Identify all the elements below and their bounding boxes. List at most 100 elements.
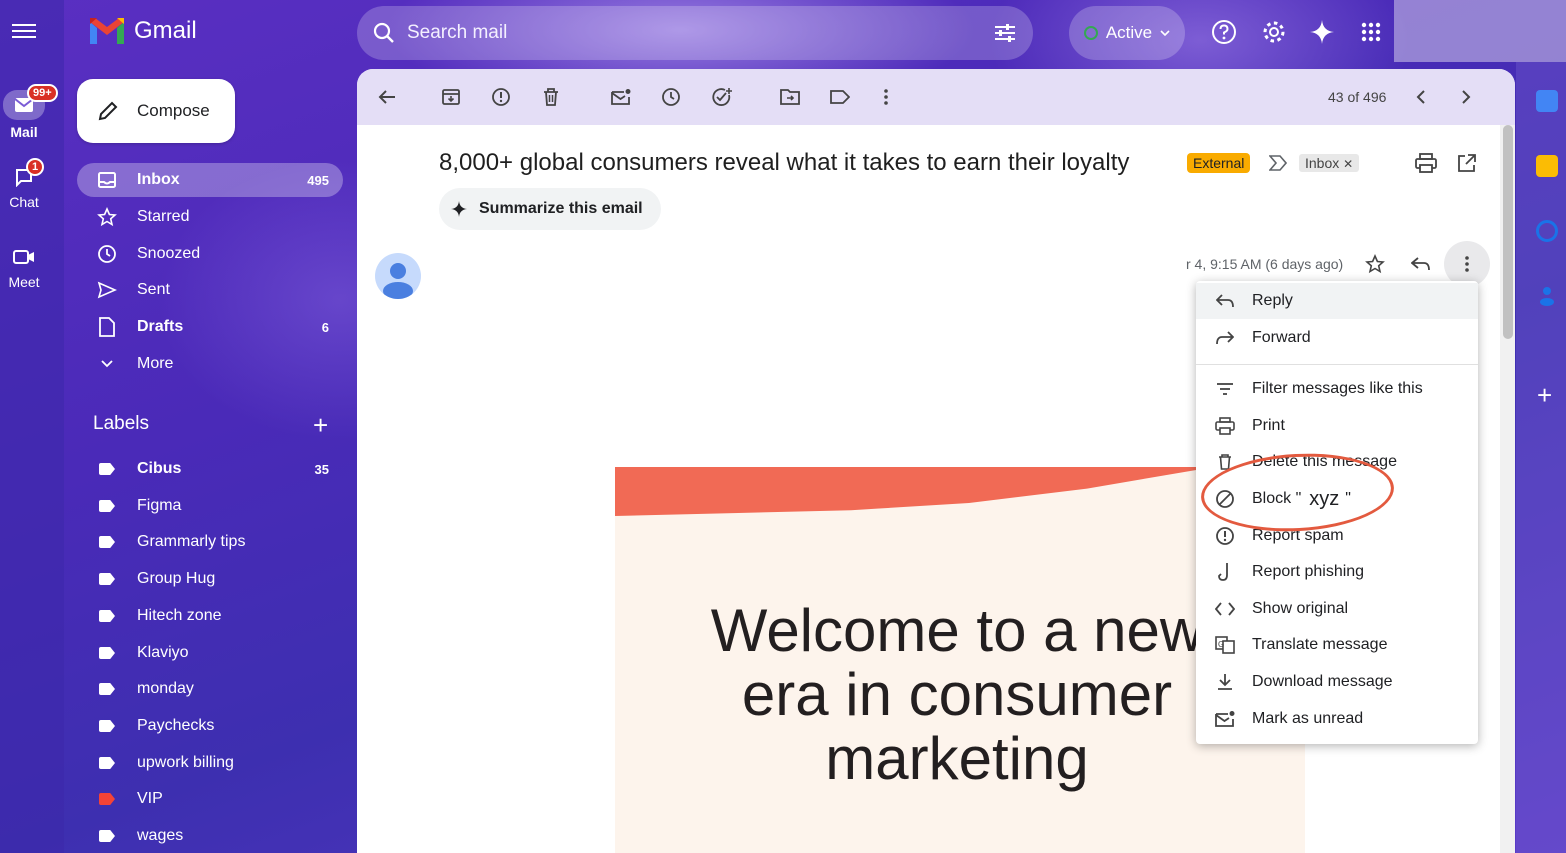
label-item[interactable]: Group Hug [77,562,343,596]
importance-marker-icon[interactable] [1268,155,1288,176]
menu-label: Mark as unread [1252,710,1364,727]
nav-item-inbox[interactable]: Inbox 495 [77,163,343,197]
summarize-button[interactable]: Summarize this email [439,188,661,230]
move-to-folder-icon[interactable] [778,85,802,109]
chat-icon: 1 [8,158,45,190]
print-all-icon[interactable] [1415,153,1437,178]
summarize-label: Summarize this email [479,200,643,217]
calendar-icon[interactable] [1536,90,1558,112]
rail-mail[interactable]: 99+ Mail [0,84,58,140]
add-addon-icon[interactable]: + [1537,382,1552,408]
more-vert-icon [1465,256,1469,272]
forward-icon [1214,327,1236,349]
archive-icon[interactable] [439,85,463,109]
label-tag-icon [97,753,117,773]
menu-item-print[interactable]: Print [1196,408,1478,444]
label-item[interactable]: Klaviyo [77,636,343,670]
headline-clip: Welcome to a new era in consumer marketi… [615,467,1197,853]
download-icon [1214,671,1236,693]
older-chevron-icon[interactable] [1454,85,1478,109]
status-dropdown[interactable]: Active [1069,6,1185,60]
nav-item-snoozed[interactable]: Snoozed [77,237,343,271]
inbox-label-chip[interactable]: Inbox ✕ [1299,154,1360,172]
status-label: Active [1105,23,1153,42]
account-area[interactable] [1394,0,1566,62]
mark-unread-icon[interactable] [609,85,633,109]
nav-label: Snoozed [137,245,201,262]
nav-item-sent[interactable]: Sent [77,273,343,307]
open-new-window-icon[interactable] [1457,153,1477,178]
menu-item-reply[interactable]: Reply [1196,283,1478,319]
rail-chat[interactable]: 1 Chat [0,158,48,210]
more-vert-icon[interactable] [874,85,898,109]
search-input[interactable]: Search mail [407,22,993,44]
remove-label-icon[interactable]: ✕ [1343,157,1353,171]
nav-item-more[interactable]: More [77,347,343,381]
scrollbar-thumb[interactable] [1503,125,1513,339]
nav-item-starred[interactable]: Starred [77,200,343,234]
compose-label: Compose [137,101,210,120]
contacts-icon[interactable] [1536,284,1558,306]
keep-icon[interactable] [1536,155,1558,177]
report-spam-icon[interactable] [489,85,513,109]
newer-chevron-icon[interactable] [1409,85,1433,109]
compose-button[interactable]: Compose [77,79,235,143]
gemini-sparkle-icon[interactable] [1308,18,1336,46]
email-subject: 8,000+ global consumers reveal what it t… [439,149,1130,176]
menu-label: Translate message [1252,636,1388,653]
label-name: Hitech zone [137,607,222,624]
gmail-logo[interactable]: Gmail [88,16,197,46]
menu-item-mark-unread[interactable]: Mark as unread [1196,701,1478,737]
label-item[interactable]: VIP [77,782,343,816]
help-icon[interactable] [1210,18,1238,46]
label-tag-icon [97,459,117,479]
snooze-clock-icon[interactable] [659,85,683,109]
rail-meet[interactable]: Meet [0,244,48,290]
app-rail: 99+ Mail 1 Chat Meet [0,0,64,853]
menu-item-forward[interactable]: Forward [1196,320,1478,356]
search-options-icon[interactable] [993,22,1017,44]
label-tag-icon [97,716,117,736]
nav-count: 495 [307,172,329,188]
app-name: Gmail [134,17,197,44]
reply-icon[interactable] [1410,257,1431,276]
nav-label: Sent [137,281,170,298]
add-label-icon[interactable]: + [313,412,328,438]
label-item[interactable]: wages [77,819,343,853]
label-item[interactable]: Paychecks [77,709,343,743]
nav-label: More [137,355,174,372]
label-icon[interactable] [828,85,852,109]
apps-grid-icon[interactable] [1357,18,1385,46]
pagination-count: 43 of 496 [1328,89,1387,105]
main-menu-icon[interactable] [12,20,36,44]
nav-item-drafts[interactable]: Drafts 6 [77,310,343,344]
label-item[interactable]: Figma [77,489,343,523]
menu-item-translate[interactable]: G Translate message [1196,627,1478,663]
rail-meet-label: Meet [8,274,40,290]
label-item[interactable]: upwork billing [77,746,343,780]
menu-item-filter[interactable]: Filter messages like this [1196,371,1478,407]
label-tag-icon [97,826,117,846]
label-item[interactable]: monday [77,672,343,706]
sparkle-icon [451,201,467,217]
label-tag-icon [97,496,117,516]
menu-item-show-original[interactable]: Show original [1196,591,1478,627]
label-item[interactable]: Cibus 35 [77,452,343,486]
mail-icon: 99+ [3,84,58,120]
label-item[interactable]: Hitech zone [77,599,343,633]
settings-gear-icon[interactable] [1260,18,1288,46]
search-icon[interactable] [373,22,395,44]
menu-item-download[interactable]: Download message [1196,664,1478,700]
add-task-icon[interactable] [710,85,734,109]
label-name: wages [137,827,184,844]
back-arrow-icon[interactable] [375,85,399,109]
trash-icon[interactable] [539,85,563,109]
chevron-down-icon [97,354,117,374]
star-icon[interactable] [1365,253,1385,279]
nav-label: Inbox [137,171,180,188]
tasks-icon[interactable] [1536,220,1558,242]
search-bar[interactable]: Search mail [357,6,1033,60]
sender-avatar[interactable] [375,253,421,299]
label-item[interactable]: Grammarly tips [77,525,343,559]
menu-item-report-phishing[interactable]: Report phishing [1196,554,1478,590]
